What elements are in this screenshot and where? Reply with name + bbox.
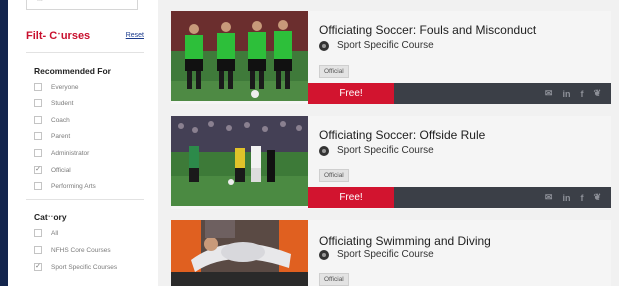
mail-icon[interactable]: ✉ xyxy=(545,88,553,99)
twitter-icon[interactable]: ❦ xyxy=(593,88,601,99)
audience-tag: Official xyxy=(319,273,349,286)
checkbox[interactable] xyxy=(34,132,42,140)
page-frame xyxy=(0,0,8,286)
filter-sidebar: ... Filt‐ Cˑurses Reset Recommended For … xyxy=(8,0,158,286)
checkbox[interactable] xyxy=(34,116,42,124)
card-action-bar: Free! ✉ in f ❦ xyxy=(308,187,611,208)
course-card[interactable]: Officiating Swimming and Diving Sport Sp… xyxy=(171,220,611,286)
facebook-icon[interactable]: f xyxy=(580,89,583,99)
course-card[interactable]: Officiating Soccer: Fouls and Misconduct… xyxy=(171,11,611,104)
audience-tag: Official xyxy=(319,65,349,78)
filter-header: Filt‐ Cˑurses Reset xyxy=(26,30,144,48)
course-card[interactable]: Officiating Soccer: Offside Rule Sport S… xyxy=(171,116,611,209)
linkedin-icon[interactable]: in xyxy=(562,193,570,203)
course-type-icon xyxy=(319,40,329,51)
checkbox-checked[interactable]: ✓ xyxy=(34,263,42,271)
course-type: Sport Specific Course xyxy=(319,40,434,51)
mail-icon[interactable]: ✉ xyxy=(545,192,553,203)
checkbox-checked[interactable]: ✓ xyxy=(34,166,42,174)
divider xyxy=(26,52,144,53)
divider xyxy=(26,199,144,200)
course-title[interactable]: Officiating Soccer: Fouls and Misconduct xyxy=(319,23,536,37)
filter-option-performing-arts[interactable]: Performing Arts xyxy=(34,180,96,192)
course-title[interactable]: Officiating Swimming and Diving xyxy=(319,234,491,248)
checkbox[interactable] xyxy=(34,182,42,190)
checkbox[interactable] xyxy=(34,99,42,107)
checkbox[interactable] xyxy=(34,83,42,91)
filter-title: Filt‐ Cˑurses xyxy=(26,30,91,42)
course-type-icon xyxy=(319,249,329,260)
reset-link[interactable]: Reset xyxy=(126,32,144,39)
filter-option-nfhs-core[interactable]: NFHS Core Courses xyxy=(34,244,111,256)
share-bar: ✉ in f ❦ xyxy=(394,83,611,104)
filter-option-parent[interactable]: Parent xyxy=(34,130,70,142)
top-stub-text: ... xyxy=(37,0,43,3)
recommended-for-title: Recommended For xyxy=(34,66,111,76)
free-button[interactable]: Free! xyxy=(308,187,394,208)
facebook-icon[interactable]: f xyxy=(580,193,583,203)
checkbox[interactable] xyxy=(34,229,42,237)
twitter-icon[interactable]: ❦ xyxy=(593,192,601,203)
course-type: Sport Specific Course xyxy=(319,249,434,260)
checkbox[interactable] xyxy=(34,246,42,254)
course-title[interactable]: Officiating Soccer: Offside Rule xyxy=(319,128,485,142)
course-list: Officiating Soccer: Fouls and Misconduct… xyxy=(158,0,619,286)
filter-option-everyone[interactable]: Everyone xyxy=(34,81,78,93)
course-thumbnail[interactable] xyxy=(171,11,308,101)
linkedin-icon[interactable]: in xyxy=(562,89,570,99)
course-thumbnail[interactable] xyxy=(171,220,308,286)
filter-option-coach[interactable]: Coach xyxy=(34,114,70,126)
course-type-icon xyxy=(319,145,329,156)
free-button[interactable]: Free! xyxy=(308,83,394,104)
share-bar: ✉ in f ❦ xyxy=(394,187,611,208)
course-type: Sport Specific Course xyxy=(319,145,434,156)
card-action-bar: Free! ✉ in f ❦ xyxy=(308,83,611,104)
filter-option-official[interactable]: ✓ Official xyxy=(34,164,71,176)
filter-option-student[interactable]: Student xyxy=(34,97,73,109)
filter-option-sport-specific[interactable]: ✓ Sport Specific Courses xyxy=(34,261,117,273)
category-title: Catˑˑory xyxy=(34,212,67,222)
checkbox[interactable] xyxy=(34,149,42,157)
filter-option-administrator[interactable]: Administrator xyxy=(34,147,89,159)
top-dropdown-stub[interactable]: ... xyxy=(26,0,138,10)
audience-tag: Official xyxy=(319,169,349,182)
course-thumbnail[interactable] xyxy=(171,116,308,206)
filter-option-all[interactable]: All xyxy=(34,227,58,239)
